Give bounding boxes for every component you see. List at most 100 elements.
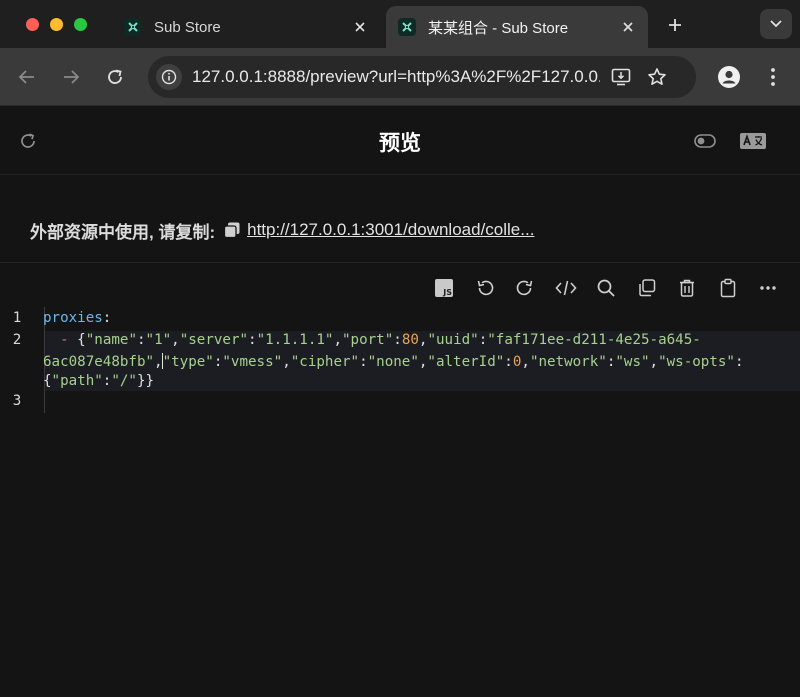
yaml-colon: :: [102, 310, 112, 326]
forward-button[interactable]: [56, 62, 86, 92]
code-token: "none": [367, 354, 419, 370]
code-token: :: [734, 354, 744, 370]
paste-button[interactable]: [714, 275, 742, 301]
copy-icon: [638, 279, 655, 297]
close-window-button[interactable]: [26, 18, 39, 31]
plus-icon: [669, 19, 681, 31]
code-token: "port": [342, 332, 394, 348]
profile-button[interactable]: [714, 62, 744, 92]
page-content: 预览 外部资源中使用, 请复制: http://127.0.0.1:3001/d…: [0, 107, 800, 697]
minimize-window-button[interactable]: [50, 18, 63, 31]
more-vertical-icon: [771, 68, 775, 86]
code-token: "cipher": [290, 354, 360, 370]
code-token: ,: [171, 332, 180, 348]
code-token: :: [504, 354, 513, 370]
code-token: "/": [111, 373, 137, 389]
format-js-button[interactable]: JS: [430, 275, 458, 301]
editor-toolbar: JS: [430, 275, 782, 301]
code-token: "server": [179, 332, 249, 348]
code-token: :: [248, 332, 257, 348]
code-editor[interactable]: 1 2 3 proxies: - {"name":"1","server":"1…: [0, 307, 800, 417]
copy-link-row: 外部资源中使用, 请复制: http://127.0.0.1:3001/down…: [30, 218, 534, 242]
url-text[interactable]: 127.0.0.1:8888/preview?url=http%3A%2F%2F…: [192, 67, 600, 87]
copy-label: 外部资源中使用, 请复制:: [30, 222, 216, 242]
code-token: 80: [401, 332, 419, 348]
code-token: :: [393, 332, 402, 348]
tab-strip: Sub Store 某某组合 - Sub Store: [0, 0, 800, 48]
close-tab-icon[interactable]: [346, 13, 374, 41]
line-number: 3: [12, 393, 22, 409]
copy-icon[interactable]: [221, 219, 243, 241]
delete-button[interactable]: [673, 275, 701, 301]
avatar-icon: [718, 66, 740, 88]
code-line-2b: 6ac087e48bfb","type":"vmess","cipher":"n…: [43, 353, 744, 370]
code-line-1: proxies:: [43, 310, 111, 326]
code-icon: [554, 280, 577, 296]
redo-icon: [516, 280, 533, 296]
code-token: "name": [85, 332, 137, 348]
code-token: ,: [282, 354, 291, 370]
back-button[interactable]: [12, 62, 42, 92]
tab-active-collection[interactable]: 某某组合 - Sub Store: [386, 6, 648, 48]
translate-icon: [740, 133, 766, 149]
translate-button[interactable]: [738, 129, 768, 153]
code-token: "vmess": [222, 354, 283, 370]
redo-button[interactable]: [511, 275, 539, 301]
search-icon: [597, 279, 615, 297]
code-token: 6ac087e48bfb": [43, 354, 155, 370]
code-token: {: [43, 373, 52, 389]
code-token: :: [478, 332, 488, 348]
code-token: "ws": [615, 354, 650, 370]
refresh-icon: [21, 133, 35, 148]
code-token: ,: [333, 332, 343, 348]
new-tab-button[interactable]: [660, 10, 690, 40]
browser-toolbar: 127.0.0.1:8888/preview?url=http%3A%2F%2F…: [0, 48, 800, 106]
search-button[interactable]: [592, 275, 620, 301]
install-app-icon[interactable]: [606, 62, 636, 92]
code-token: "1.1.1.1": [256, 332, 334, 348]
more-options-button[interactable]: [754, 275, 782, 301]
line-number: 2: [12, 332, 22, 348]
code-line-2a: - {"name":"1","server":"1.1.1.1","port":…: [43, 332, 701, 348]
address-bar[interactable]: 127.0.0.1:8888/preview?url=http%3A%2F%2F…: [148, 56, 696, 98]
tab-sub-store[interactable]: Sub Store: [112, 6, 380, 48]
code-line-2c: {"path":"/"}}: [43, 373, 154, 389]
code-token: {: [68, 332, 86, 348]
refresh-button[interactable]: [16, 129, 40, 153]
code-token: }}: [136, 373, 155, 389]
code-token: :: [136, 332, 146, 348]
code-token: "network": [529, 354, 607, 370]
reload-icon: [108, 69, 122, 84]
arrow-right-icon: [64, 70, 80, 84]
code-token: "1": [145, 332, 172, 348]
code-token: ,: [521, 354, 530, 370]
chevron-down-icon: [770, 20, 782, 28]
theme-toggle-button[interactable]: [692, 129, 718, 153]
zoom-window-button[interactable]: [74, 18, 87, 31]
tab-title: Sub Store: [154, 18, 221, 36]
arrow-left-icon: [18, 70, 34, 84]
trash-icon: [680, 279, 694, 297]
site-info-icon[interactable]: [156, 64, 182, 90]
code-token: -: [60, 332, 69, 348]
toggle-icon: [694, 134, 716, 148]
line-number: 1: [12, 310, 22, 326]
code-view-button[interactable]: [552, 275, 580, 301]
tab-title: 某某组合 - Sub Store: [428, 19, 569, 37]
download-link[interactable]: http://127.0.0.1:3001/download/colle...: [247, 220, 534, 240]
copy-button[interactable]: [633, 275, 661, 301]
bookmark-star-icon[interactable]: [642, 62, 672, 92]
close-tab-icon[interactable]: [614, 13, 642, 41]
code-token: "ws-opts": [658, 354, 735, 370]
code-token: "path": [51, 373, 103, 389]
app-header: 预览: [0, 107, 800, 175]
clipboard-icon: [720, 278, 735, 298]
sub-store-logo-icon: [124, 18, 142, 36]
reload-button[interactable]: [100, 62, 130, 92]
code-token: ,: [649, 354, 659, 370]
code-token: "type": [162, 354, 214, 370]
tab-search-button[interactable]: [760, 9, 792, 39]
browser-menu-button[interactable]: [758, 62, 788, 92]
undo-button[interactable]: [471, 275, 499, 301]
